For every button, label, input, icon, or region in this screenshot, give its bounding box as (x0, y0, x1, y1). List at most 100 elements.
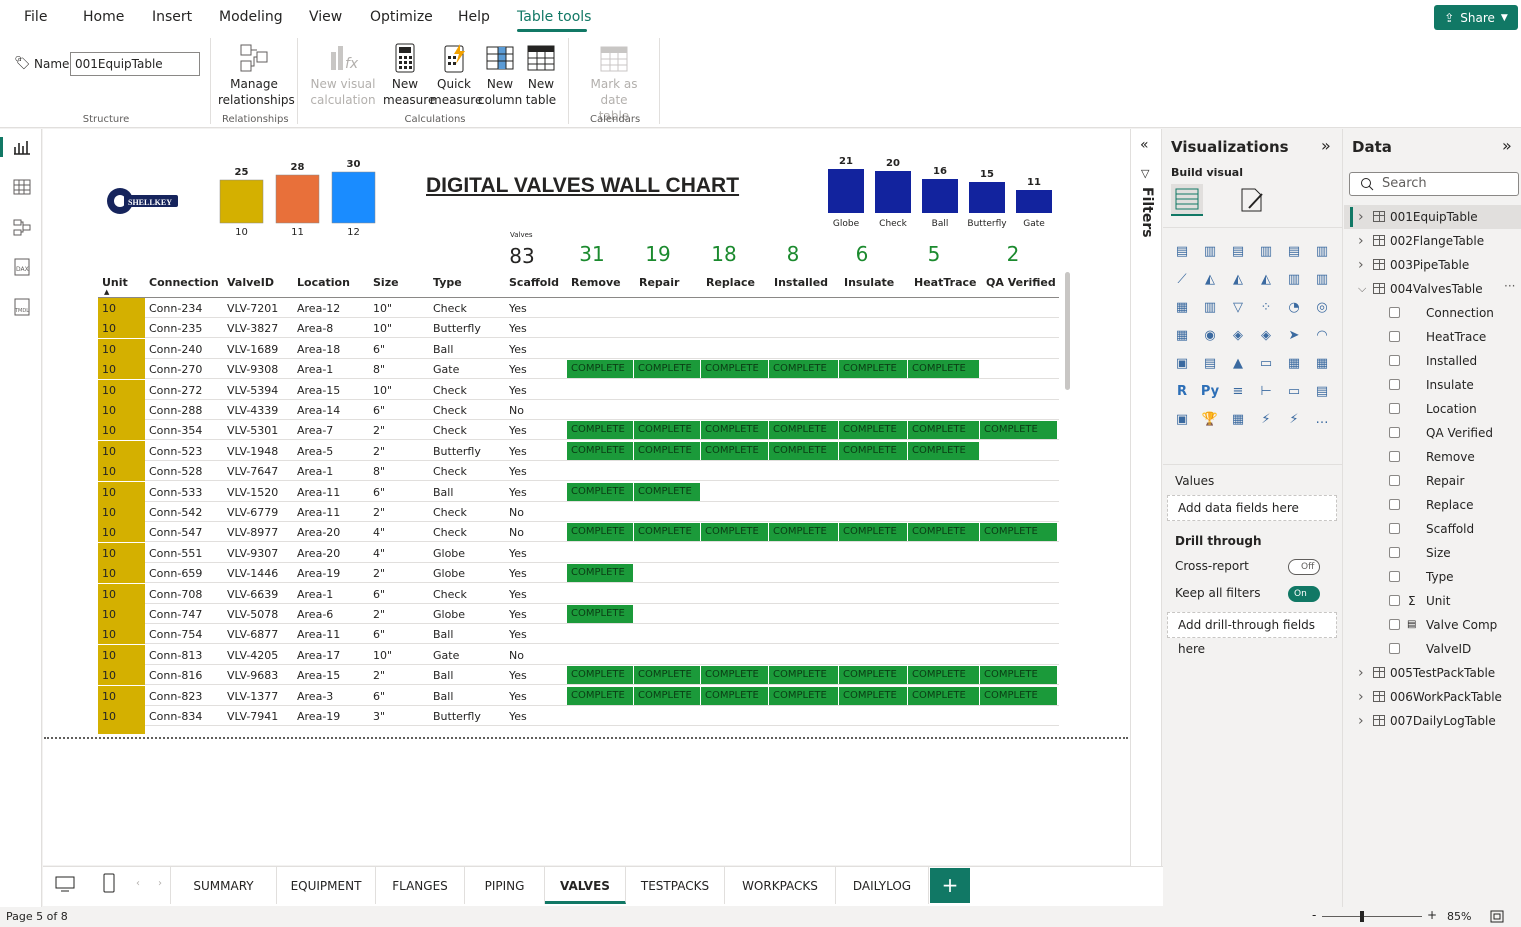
field-location[interactable]: Location (1344, 397, 1521, 421)
qa-visual-icon[interactable]: ▭ (1283, 381, 1305, 403)
table-view-icon[interactable] (12, 177, 32, 197)
expand-filters-icon[interactable]: « (1140, 137, 1149, 153)
table-row[interactable]: 10 Conn-708 VLV-6639 Area-1 6" Check Yes (98, 583, 1059, 604)
ribbon-visual-icon[interactable]: ▦ (1171, 297, 1193, 319)
gauge-visual-icon[interactable]: ◠ (1311, 325, 1333, 347)
field-insulate[interactable]: Insulate (1344, 373, 1521, 397)
menu-help[interactable]: Help (458, 9, 490, 25)
table-row[interactable]: 10 Conn-240 VLV-1689 Area-18 6" Ball Yes (98, 338, 1059, 359)
table-row[interactable]: 10 Conn-270 VLV-9308 Area-1 8" Gate Yes COMPLET… (98, 359, 1059, 380)
format-visual-icon[interactable] (1237, 186, 1267, 214)
stacked-bar-visual-icon[interactable]: ▤ (1171, 241, 1193, 263)
power-automate-visual-icon[interactable]: ⚡ (1255, 409, 1277, 431)
table-row[interactable]: 10 Conn-754 VLV-6877 Area-11 6" Ball Yes (98, 624, 1059, 645)
field-checkbox[interactable] (1389, 355, 1400, 366)
donut-visual-icon[interactable]: ◎ (1311, 297, 1333, 319)
field-scaffold[interactable]: Scaffold (1344, 517, 1521, 541)
table-row[interactable]: 10 Conn-747 VLV-5078 Area-6 2" Globe Yes COMPLE… (98, 604, 1059, 624)
field-checkbox[interactable] (1389, 619, 1400, 630)
table-row[interactable]: 10 Conn-547 VLV-8977 Area-20 4" Check No COMPLE… (98, 522, 1059, 543)
keep-filters-toggle[interactable]: On (1288, 586, 1320, 602)
more-visual-icon[interactable]: … (1311, 409, 1333, 431)
col-installed[interactable]: Installed (774, 276, 828, 289)
field-checkbox[interactable] (1389, 595, 1400, 606)
table-node-004valvestable[interactable]: ⌵ 004ValvesTable ··· (1344, 277, 1521, 301)
shape-map-visual-icon[interactable]: ◈ (1255, 325, 1277, 347)
add-page-button[interactable]: + (930, 868, 970, 903)
table-name-input[interactable] (70, 52, 200, 76)
col-location[interactable]: Location (297, 276, 350, 289)
manage-relationships-button[interactable]: Manage relationships (218, 42, 295, 108)
field-installed[interactable]: Installed (1344, 349, 1521, 373)
table-scrollbar[interactable] (1065, 272, 1070, 390)
col-scaffold[interactable]: Scaffold (509, 276, 559, 289)
tab-equipment[interactable]: EQUIPMENT (277, 867, 376, 904)
chevron-right-icon[interactable]: › (1358, 685, 1364, 709)
chevron-right-icon[interactable]: › (1358, 661, 1364, 685)
collapse-viz-icon[interactable]: » (1321, 136, 1331, 155)
azure-map-visual-icon[interactable]: ➤ (1283, 325, 1305, 347)
menu-table-tools[interactable]: Table tools (517, 9, 591, 25)
col-size[interactable]: Size (373, 276, 399, 289)
model-view-icon[interactable] (12, 217, 32, 237)
drill-through-drop-well[interactable]: Add drill-through fields here (1167, 612, 1337, 656)
decomposition-tree-visual-icon[interactable]: ⊢ (1255, 381, 1277, 403)
field-remove[interactable]: Remove (1344, 445, 1521, 469)
new-column-button[interactable]: New column (478, 42, 522, 108)
field-type[interactable]: Type (1344, 565, 1521, 589)
tab-piping[interactable]: PIPING (465, 867, 545, 904)
table-row[interactable]: 10 Conn-813 VLV-4205 Area-17 10" Gate No (98, 644, 1059, 665)
report-view-icon[interactable] (12, 137, 32, 157)
table-row[interactable]: 10 Conn-542 VLV-6779 Area-11 2" Check No (98, 502, 1059, 522)
narrative-visual-icon[interactable]: ⚡ (1283, 409, 1305, 431)
kpi-visual-icon[interactable]: ▲ (1227, 353, 1249, 375)
chevron-right-icon[interactable]: › (1358, 253, 1364, 277)
area-visual-icon[interactable]: ◭ (1199, 269, 1221, 291)
col-type[interactable]: Type (433, 276, 462, 289)
r-visual-visual-icon[interactable]: R (1171, 381, 1193, 403)
tab-workpacks[interactable]: WORKPACKS (725, 867, 836, 904)
field-size[interactable]: Size (1344, 541, 1521, 565)
chevron-down-icon[interactable]: ⌵ (1358, 277, 1366, 301)
filters-pane-collapsed[interactable]: « ▽ Filters (1130, 129, 1162, 866)
table-visual-icon[interactable]: ▦ (1283, 353, 1305, 375)
line-column-visual-icon[interactable]: ▥ (1283, 269, 1305, 291)
col-replace[interactable]: Replace (706, 276, 755, 289)
mobile-layout-icon[interactable] (103, 873, 115, 893)
table-row[interactable]: 10 Conn-834 VLV-7941 Area-19 3" Butterfly Yes (98, 706, 1059, 726)
tab-summary[interactable]: SUMMARY (171, 867, 277, 904)
next-page-icon[interactable]: › (158, 878, 162, 889)
field-checkbox[interactable] (1389, 547, 1400, 558)
field-checkbox[interactable] (1389, 331, 1400, 342)
zoom-out-icon[interactable]: - (1312, 908, 1316, 922)
new-measure-button[interactable]: New measure (383, 42, 435, 108)
field-valve-comp[interactable]: ▤ Valve Comp (1344, 613, 1521, 637)
field-checkbox[interactable] (1389, 523, 1400, 534)
zoom-slider-thumb[interactable] (1360, 911, 1364, 922)
key-influencers-visual-icon[interactable]: ≡ (1227, 381, 1249, 403)
map-visual-icon[interactable]: ◉ (1199, 325, 1221, 347)
100-area-visual-icon[interactable]: ◭ (1255, 269, 1277, 291)
pie-visual-icon[interactable]: ◔ (1283, 297, 1305, 319)
metrics-visual-icon[interactable]: 🏆 (1199, 409, 1221, 431)
table-row[interactable]: 10 Conn-523 VLV-1948 Area-5 2" Butterfly Yes CO… (98, 440, 1059, 461)
field-unit[interactable]: Σ Unit (1344, 589, 1521, 613)
smart-narrative-visual-icon[interactable]: ▤ (1311, 381, 1333, 403)
field-connection[interactable]: Connection (1344, 301, 1521, 325)
field-checkbox[interactable] (1389, 571, 1400, 582)
table-row[interactable]: 10 Conn-234 VLV-7201 Area-12 10" Check Yes (98, 298, 1059, 318)
funnel-visual-icon[interactable]: ▽ (1227, 297, 1249, 319)
menu-home[interactable]: Home (83, 9, 124, 25)
zoom-slider[interactable] (1322, 916, 1422, 917)
field-checkbox[interactable] (1389, 427, 1400, 438)
field-qa-verified[interactable]: QA Verified (1344, 421, 1521, 445)
desktop-layout-icon[interactable] (55, 875, 75, 893)
filled-map-visual-icon[interactable]: ◈ (1227, 325, 1249, 347)
line-clustered-column-visual-icon[interactable]: ▥ (1311, 269, 1333, 291)
field-heattrace[interactable]: HeatTrace (1344, 325, 1521, 349)
type-bar-chart[interactable]: 21 Globe 20 Check 16 Ball 15 Butterfly 11 Gate (820, 148, 1060, 232)
table-node-007dailylogtable[interactable]: › 007DailyLogTable (1344, 709, 1521, 733)
col-remove[interactable]: Remove (571, 276, 621, 289)
table-row[interactable]: 10 Conn-551 VLV-9307 Area-20 4" Globe Yes (98, 542, 1059, 563)
collapse-data-icon[interactable]: » (1502, 136, 1512, 155)
